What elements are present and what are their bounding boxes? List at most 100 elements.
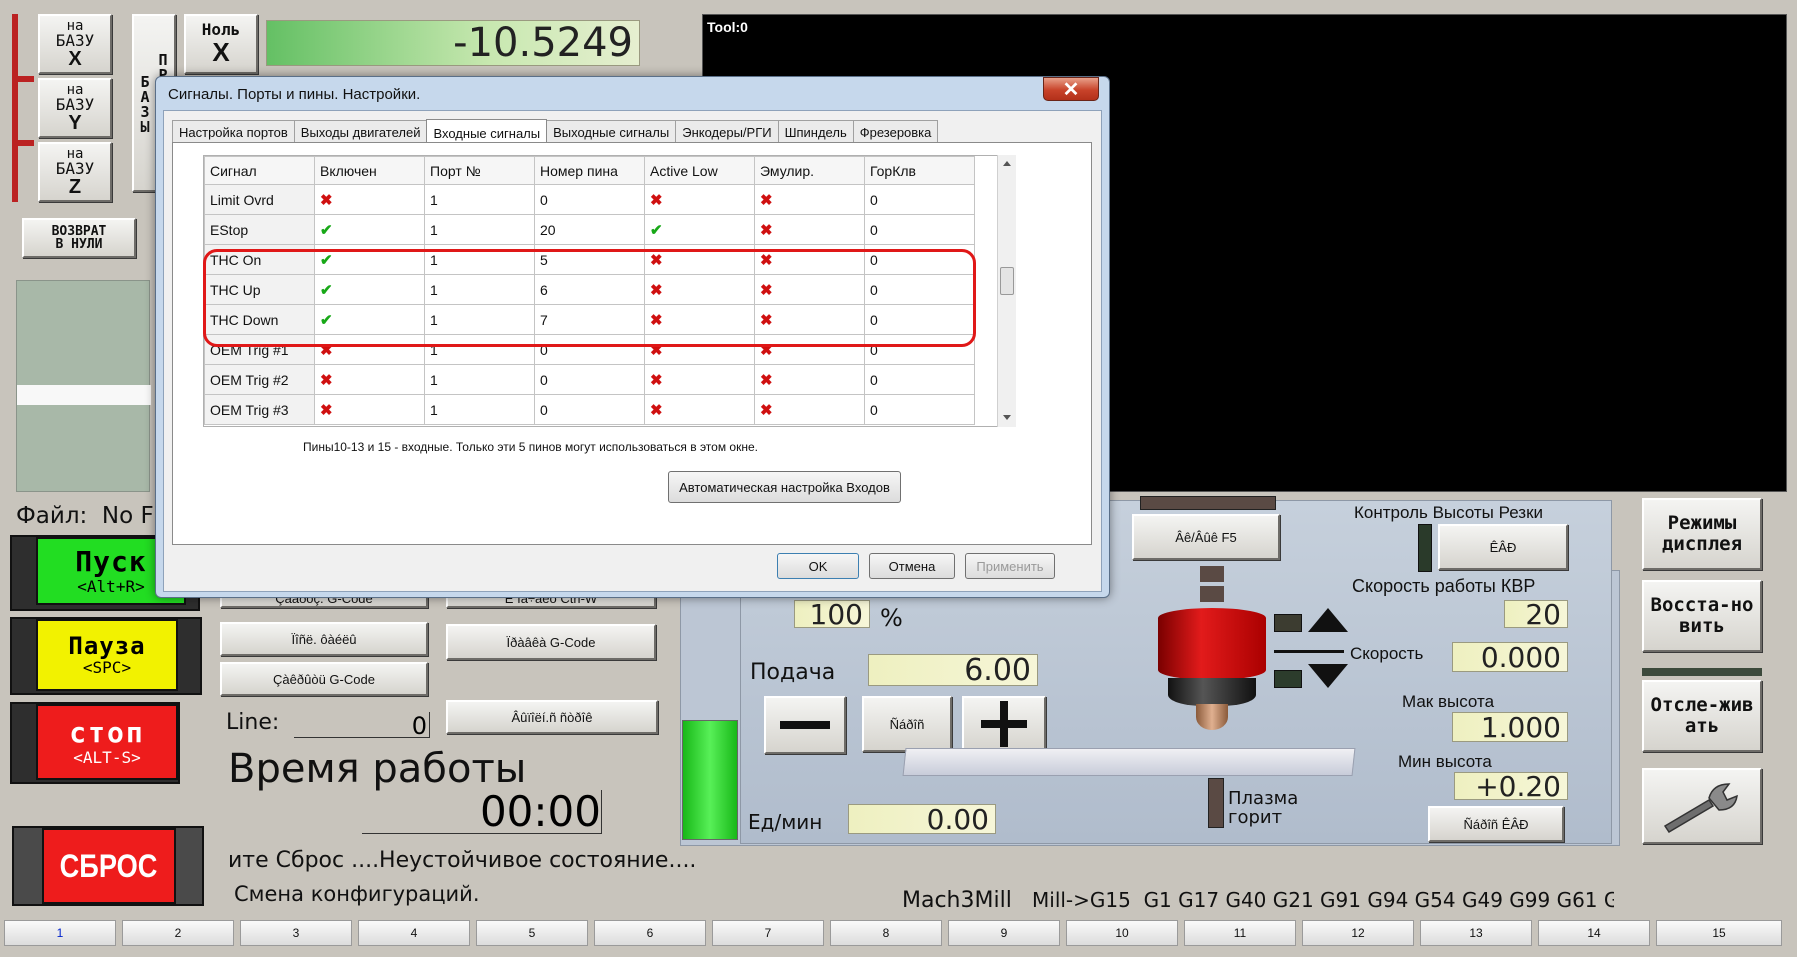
port-cell[interactable]: 1 xyxy=(424,394,535,425)
page-tab-label: 11 xyxy=(1233,926,1247,940)
emulated-cell[interactable]: ✖ xyxy=(754,214,865,245)
page-tab-label: 7 xyxy=(764,926,772,940)
recent-files-button[interactable]: Ïîñë. ôàéëû xyxy=(220,622,428,656)
page-tab-4[interactable]: 4 xyxy=(358,920,470,946)
line-field[interactable]: 0 xyxy=(294,712,430,740)
page-tab-12[interactable]: 12 xyxy=(1302,920,1414,946)
auto-input-setup-button[interactable]: Автоматическая настройка Входов xyxy=(668,471,901,503)
page-tab-7[interactable]: 7 xyxy=(712,920,824,946)
enabled-cell[interactable]: ✔ xyxy=(314,214,425,245)
ref-z-button[interactable]: на БАЗУ Z xyxy=(38,142,112,202)
scroll-down-icon[interactable] xyxy=(1003,415,1011,420)
port-cell[interactable]: 1 xyxy=(424,364,535,395)
tab-spindle[interactable]: Шпиндель xyxy=(777,120,854,143)
tab-label: Входные сигналы xyxy=(433,126,541,141)
reset-button[interactable]: СБРОС xyxy=(42,828,176,904)
signal-row[interactable]: OEM Trig #2 ✖ 1 0 ✖ ✖ 0 xyxy=(204,364,975,395)
enabled-cell[interactable]: ✖ xyxy=(314,364,425,395)
page-tab-11[interactable]: 11 xyxy=(1184,920,1296,946)
enabled-cell[interactable]: ✖ xyxy=(314,394,425,425)
page-tab-5[interactable]: 5 xyxy=(476,920,588,946)
scroll-up-icon[interactable] xyxy=(1003,161,1011,166)
ok-button[interactable]: OK xyxy=(777,553,859,579)
hotkey-cell[interactable]: 0 xyxy=(864,184,975,215)
col-header-emulated[interactable]: Эмулир. xyxy=(754,156,865,185)
ref-x-button[interactable]: на БАЗУ X xyxy=(38,14,112,74)
down-arrow-icon[interactable] xyxy=(1308,664,1348,688)
page-tab-1[interactable]: 1 xyxy=(4,920,116,946)
edit-gcode-button[interactable]: Ïðàâêà G-Code xyxy=(446,624,656,660)
tab-port-setup[interactable]: Настройка портов xyxy=(172,120,295,143)
hotkey-cell[interactable]: 0 xyxy=(864,394,975,425)
signal-name-cell[interactable]: EStop xyxy=(204,214,315,245)
page-tab-9[interactable]: 9 xyxy=(948,920,1060,946)
page-tab-13[interactable]: 13 xyxy=(1420,920,1532,946)
close-gcode-button[interactable]: Çàêðûòü G-Code xyxy=(220,662,428,696)
col-header-port[interactable]: Порт № xyxy=(424,156,535,185)
col-header-signal[interactable]: Сигнал xyxy=(204,156,315,185)
active-low-cell[interactable]: ✖ xyxy=(644,364,755,395)
scroll-thumb[interactable] xyxy=(1000,267,1014,295)
page-tab-10[interactable]: 10 xyxy=(1066,920,1178,946)
max-height-display: 1.000 xyxy=(1452,711,1568,744)
hotkey-cell[interactable]: 0 xyxy=(864,214,975,245)
feed-reset-button[interactable]: Ñáðîñ xyxy=(862,696,952,752)
page-tab-3[interactable]: 3 xyxy=(240,920,352,946)
signal-name-cell[interactable]: OEM Trig #3 xyxy=(204,394,315,425)
page-tab-6[interactable]: 6 xyxy=(594,920,706,946)
tab-input-signals[interactable]: Входные сигналы xyxy=(426,119,548,144)
signals-scrollbar[interactable] xyxy=(997,155,1016,427)
tab-motor-outputs[interactable]: Выходы двигателей xyxy=(293,120,428,143)
col-header-pin[interactable]: Номер пина xyxy=(534,156,645,185)
signal-row[interactable]: OEM Trig #3 ✖ 1 0 ✖ ✖ 0 xyxy=(204,394,975,425)
signal-name-cell[interactable]: OEM Trig #2 xyxy=(204,364,315,395)
page-tab-14[interactable]: 14 xyxy=(1538,920,1650,946)
settings-wrench-button[interactable] xyxy=(1642,768,1762,844)
ref-y-button[interactable]: на БАЗУ Y xyxy=(38,78,112,138)
page-tab-2[interactable]: 2 xyxy=(122,920,234,946)
regen-button[interactable]: Восста-новить xyxy=(1642,580,1762,652)
cancel-button[interactable]: Отмена xyxy=(869,553,955,579)
thc-reset-button[interactable]: Ñáðîñ ÊÂÐ xyxy=(1428,806,1564,842)
signal-row[interactable]: EStop ✔ 1 20 ✔ ✖ 0 xyxy=(204,214,975,245)
up-arrow-icon[interactable] xyxy=(1308,608,1348,632)
port-cell[interactable]: 1 xyxy=(424,184,535,215)
feed-plus-button[interactable] xyxy=(962,696,1046,752)
pin-cell[interactable]: 20 xyxy=(534,214,645,245)
pause-button[interactable]: Пауза <SPC> xyxy=(36,619,178,691)
col-header-enabled[interactable]: Включен xyxy=(314,156,425,185)
pin-cell[interactable]: 0 xyxy=(534,394,645,425)
tab-mill[interactable]: Фрезеровка xyxy=(852,120,939,143)
feed-minus-button[interactable] xyxy=(764,696,846,754)
apply-button[interactable]: Применить xyxy=(965,553,1055,579)
hotkey-cell[interactable]: 0 xyxy=(864,364,975,395)
page-tab-8[interactable]: 8 xyxy=(830,920,942,946)
stop-button[interactable]: стоп <ALT-S> xyxy=(36,704,178,780)
pin-cell[interactable]: 0 xyxy=(534,184,645,215)
emulated-cell[interactable]: ✖ xyxy=(754,364,865,395)
signal-row[interactable]: Limit Ovrd ✖ 1 0 ✖ ✖ 0 xyxy=(204,184,975,215)
active-low-cell[interactable]: ✖ xyxy=(644,394,755,425)
col-header-hotkey[interactable]: ГорКлв xyxy=(864,156,975,185)
return-to-zero-button[interactable]: ВОЗВРАТ В НУЛИ xyxy=(22,218,136,258)
emulated-cell[interactable]: ✖ xyxy=(754,184,865,215)
emulated-cell[interactable]: ✖ xyxy=(754,394,865,425)
active-low-cell[interactable]: ✔ xyxy=(644,214,755,245)
port-cell[interactable]: 1 xyxy=(424,214,535,245)
dialog-close-button[interactable]: ✕ xyxy=(1043,77,1099,101)
signal-name-cell[interactable]: Limit Ovrd xyxy=(204,184,315,215)
zero-x-button[interactable]: Ноль X xyxy=(184,14,258,74)
display-mode-button[interactable]: Режимы дисплея xyxy=(1642,498,1762,570)
dro-x[interactable]: -10.5249 xyxy=(266,20,640,66)
page-tab-15[interactable]: 15 xyxy=(1656,920,1782,946)
active-low-cell[interactable]: ✖ xyxy=(644,184,755,215)
tab-output-signals[interactable]: Выходные сигналы xyxy=(546,120,677,143)
run-from-line-button[interactable]: Âûïîëí.ñ ñòðîê xyxy=(446,700,658,734)
pin-cell[interactable]: 0 xyxy=(534,364,645,395)
jog-follow-button[interactable]: Отсле-живать xyxy=(1642,680,1762,752)
enabled-cell[interactable]: ✖ xyxy=(314,184,425,215)
thc-toggle-button[interactable]: ÊÂÐ xyxy=(1438,524,1568,570)
tab-encoders[interactable]: Энкодеры/РГИ xyxy=(675,120,779,143)
col-header-active-low[interactable]: Active Low xyxy=(644,156,755,185)
toggle-f5-button[interactable]: Âê/Âûê F5 xyxy=(1132,514,1280,560)
